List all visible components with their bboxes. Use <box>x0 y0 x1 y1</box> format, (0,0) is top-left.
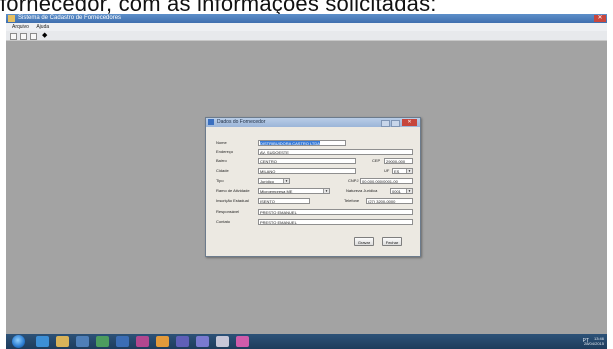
app-title-bar: Sistema de Cadastro de Fornecedores ✕ <box>6 14 607 23</box>
media-icon[interactable] <box>76 336 89 347</box>
pin-icon[interactable]: ◆ <box>42 32 47 39</box>
toolbar: ◆ <box>6 31 607 41</box>
minimize-button[interactable] <box>381 120 390 127</box>
open-folder-icon[interactable] <box>20 33 27 40</box>
app-title: Sistema de Cadastro de Fornecedores <box>18 15 122 21</box>
save-button[interactable]: Gravar <box>354 237 374 246</box>
nome-input[interactable]: DISTRIBUIDORA CASTRO LTDA <box>258 140 346 146</box>
responsavel-label: Responsável <box>216 209 240 214</box>
telefone-input[interactable]: (27) 3200-0000 <box>366 198 413 204</box>
close-window-button[interactable]: ✕ <box>594 15 606 22</box>
endereco-input[interactable]: AV. SUDOESTE <box>258 149 413 155</box>
responsavel-input[interactable]: PRESTO EMANUEL <box>258 209 413 215</box>
bairro-input[interactable]: CENTRO <box>258 158 356 164</box>
natureza-juridica-select[interactable]: 0001 ▼ <box>390 188 413 194</box>
cep-input[interactable]: 29000-000 <box>384 158 413 164</box>
powerpoint-icon[interactable] <box>156 336 169 347</box>
word-icon[interactable] <box>116 336 129 347</box>
tipo-label: Tipo <box>216 178 224 183</box>
dialog-title: Dados do Fornecedor <box>217 119 266 125</box>
cnpj-input[interactable]: 00.000.000/0001-00 <box>360 178 413 184</box>
clock-date: 28/04/2015 <box>583 341 604 346</box>
contato-input[interactable]: PRESTO EMANUEL <box>258 219 413 225</box>
inscricao-estadual-input[interactable]: ISENTO <box>258 198 310 204</box>
supplier-dialog: Dados do Fornecedor ✕ Nome DISTRIBUIDORA… <box>205 117 421 257</box>
uf-label: UF <box>384 168 390 173</box>
app-icon <box>8 15 15 22</box>
clock[interactable]: 13:46 28/04/2015 <box>584 336 604 346</box>
cnpj-label: CNPJ <box>348 178 359 183</box>
uf-value: ES <box>394 169 400 174</box>
menu-ajuda[interactable]: Ajuda <box>36 24 49 30</box>
onenote-icon[interactable] <box>176 336 189 347</box>
uf-select[interactable]: ES ▼ <box>392 168 413 174</box>
ramo-atividade-value: Microempresa ME <box>260 189 293 194</box>
cep-label: CEP <box>372 158 381 163</box>
excel-icon[interactable] <box>96 336 109 347</box>
ramo-atividade-label: Ramo de Atividade <box>216 188 250 193</box>
system-app-icon[interactable] <box>236 336 249 347</box>
chevron-down-icon: ▼ <box>323 189 329 193</box>
caption-text: fornecedor, com as informações solicitad… <box>0 0 437 15</box>
taskbar: PT 13:46 28/04/2015 <box>6 334 607 349</box>
ie-icon[interactable] <box>36 336 49 347</box>
chevron-down-icon: ▼ <box>406 189 412 193</box>
menu-bar: Arquivo Ajuda <box>6 23 607 31</box>
app-icon[interactable] <box>136 336 149 347</box>
dialog-title-bar: Dados do Fornecedor ✕ <box>206 118 420 127</box>
cidade-label: Cidade <box>216 168 229 173</box>
dialog-close-button[interactable]: ✕ <box>402 119 417 126</box>
folder-icon[interactable] <box>56 336 69 347</box>
inscricao-estadual-label: Inscrição Estadual <box>216 198 249 203</box>
menu-arquivo[interactable]: Arquivo <box>12 24 29 30</box>
nome-label: Nome <box>216 140 227 145</box>
cidade-input[interactable]: MILANO <box>258 168 356 174</box>
contato-label: Contato <box>216 219 231 224</box>
chevron-down-icon: ▼ <box>283 179 289 183</box>
natureza-juridica-value: 0001 <box>392 189 401 194</box>
tipo-value: Jurídico <box>260 179 275 184</box>
nome-value: DISTRIBUIDORA CASTRO LTDA <box>260 141 320 146</box>
access-icon[interactable] <box>196 336 209 347</box>
telefone-label: Telefone <box>344 198 360 203</box>
natureza-juridica-label: Natureza Jurídica <box>346 188 378 193</box>
save-icon[interactable] <box>30 33 37 40</box>
window-icon[interactable] <box>216 336 229 347</box>
tipo-select[interactable]: Jurídico ▼ <box>258 178 290 184</box>
new-file-icon[interactable] <box>10 33 17 40</box>
bairro-label: Bairro <box>216 158 227 163</box>
start-button[interactable] <box>12 335 25 348</box>
close-button[interactable]: Fechar <box>382 237 402 246</box>
endereco-label: Endereço <box>216 149 234 154</box>
chevron-down-icon: ▼ <box>406 169 412 173</box>
ramo-atividade-select[interactable]: Microempresa ME ▼ <box>258 188 330 194</box>
maximize-button[interactable] <box>391 120 400 127</box>
dialog-icon <box>208 119 214 125</box>
